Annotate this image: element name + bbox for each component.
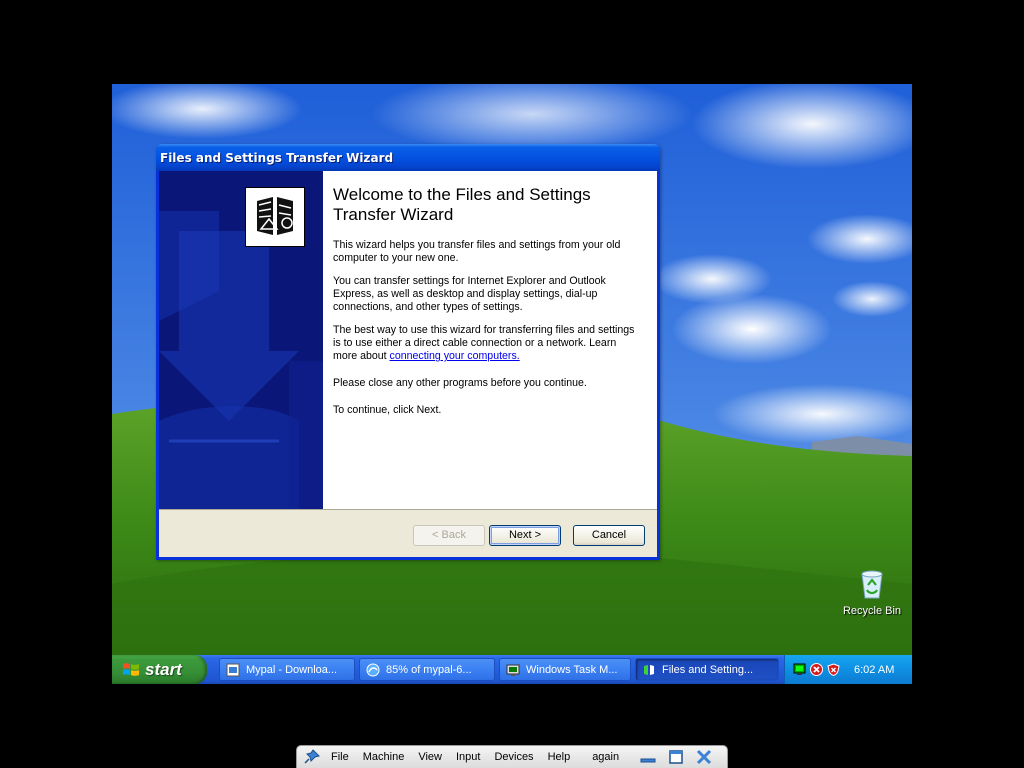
vm-menu-devices[interactable]: Devices (494, 751, 533, 763)
vm-menu-view[interactable]: View (418, 751, 442, 763)
vm-menu-file[interactable]: File (331, 751, 349, 763)
vm-screen: Files and Settings Transfer Wizard Welco… (112, 84, 912, 684)
task-manager-icon (506, 664, 520, 676)
wizard-heading: Welcome to the Files and Settings Transf… (333, 185, 591, 224)
security-alert-icon[interactable] (810, 663, 823, 676)
recycle-bin-shortcut[interactable]: Recycle Bin (840, 568, 904, 617)
recycle-bin-icon (861, 570, 883, 599)
transfer-wizard-window: Files and Settings Transfer Wizard Welco… (156, 144, 660, 560)
pin-icon[interactable] (303, 749, 321, 765)
wizard-paragraph-intro: This wizard helps you transfer files and… (333, 239, 621, 264)
transfer-wizard-icon (644, 664, 654, 675)
wizard-title: Files and Settings Transfer Wizard (160, 150, 394, 165)
button-separator (159, 509, 657, 510)
wizard-paragraph-settings: You can transfer settings for Internet E… (333, 275, 606, 313)
windows-logo-icon (123, 662, 139, 676)
taskbar-item-mypal[interactable]: Mypal - Downloa... (219, 658, 355, 681)
vm-menu-input[interactable]: Input (456, 751, 480, 763)
taskbar: start Mypal - Downloa... 85% of mypal-6.… (112, 655, 912, 684)
wizard-side-panel (159, 171, 323, 509)
restore-icon[interactable] (667, 749, 685, 765)
close-icon[interactable] (695, 749, 713, 765)
network-icon[interactable] (793, 663, 806, 676)
transfer-wizard-logo-icon (245, 187, 305, 247)
vm-menu-machine[interactable]: Machine (363, 751, 405, 763)
clock[interactable]: 6:02 AM (854, 664, 894, 676)
start-label: start (145, 659, 182, 679)
vm-toolbar-label: again (592, 751, 620, 763)
vm-mini-toolbar: File Machine View Input Devices Help aga… (296, 745, 728, 768)
next-button[interactable]: Next > (489, 525, 561, 546)
connecting-computers-link[interactable]: connecting your computers. (390, 350, 520, 362)
recycle-bin-label: Recycle Bin (842, 605, 902, 617)
taskbar-item-label: Files and Setting... (662, 663, 754, 676)
mypal-icon (226, 663, 240, 676)
download-icon (366, 663, 380, 676)
start-button[interactable]: start (112, 655, 207, 684)
minimize-icon[interactable] (639, 749, 657, 765)
cancel-button[interactable]: Cancel (573, 525, 645, 546)
wizard-paragraph-continue: To continue, click Next. (333, 404, 442, 416)
taskbar-item-label: Mypal - Downloa... (246, 663, 338, 676)
back-button[interactable]: < Back (413, 525, 485, 546)
wizard-paragraph-close-programs: Please close any other programs before y… (333, 377, 587, 389)
vm-menu-help[interactable]: Help (548, 751, 571, 763)
taskbar-item-label: Windows Task M... (526, 663, 618, 676)
security-shield-icon[interactable] (827, 663, 840, 676)
taskbar-item-transfer-wizard[interactable]: Files and Setting... (635, 658, 779, 681)
taskbar-item-label: 85% of mypal-6... (386, 663, 472, 676)
wizard-paragraph-connection: The best way to use this wizard for tran… (333, 324, 639, 363)
taskbar-item-download[interactable]: 85% of mypal-6... (359, 658, 495, 681)
system-tray: 6:02 AM (784, 655, 912, 684)
wizard-content: Welcome to the Files and Settings Transf… (323, 171, 657, 509)
wizard-client-area: Welcome to the Files and Settings Transf… (159, 171, 657, 557)
taskbar-item-task-manager[interactable]: Windows Task M... (499, 658, 631, 681)
wizard-titlebar[interactable]: Files and Settings Transfer Wizard (156, 144, 660, 171)
